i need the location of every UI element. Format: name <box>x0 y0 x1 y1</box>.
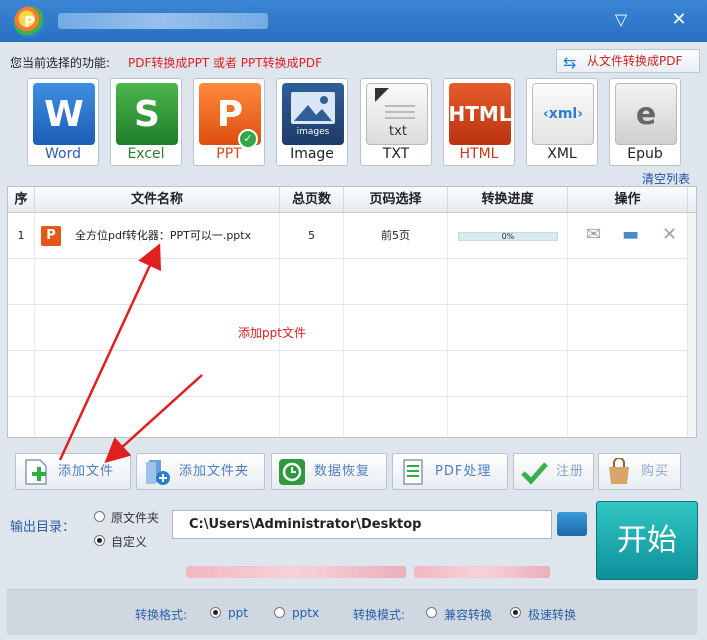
radio-format-pptx-label: pptx <box>292 606 320 620</box>
col-progress: 转换进度 <box>448 187 568 213</box>
output-dir-label: 输出目录： <box>10 520 76 535</box>
format-tile-epub[interactable]: e Epub <box>609 78 681 166</box>
blurred-info <box>186 566 406 578</box>
xml-icon: ‹xml› <box>532 83 594 145</box>
annotation-text: 添加ppt文件 <box>238 326 306 340</box>
data-recovery-icon <box>279 459 305 485</box>
shopping-bag-icon <box>609 458 629 484</box>
output-path-input[interactable]: C:\Users\Administrator\Desktop <box>172 510 552 539</box>
radio-mode-compatible[interactable] <box>426 607 437 618</box>
table-scrollbar[interactable] <box>687 213 696 437</box>
bottom-options-bar: 转换格式: ppt pptx 转换模式: 兼容转换 极速转换 <box>7 589 697 635</box>
format-label-html: HTML <box>459 146 499 162</box>
row-actions-cell: ✉ ▬ ✕ <box>568 213 688 259</box>
radio-format-ppt[interactable] <box>210 607 221 618</box>
epub-icon: e <box>615 83 677 145</box>
browse-folder-icon[interactable] <box>557 512 587 536</box>
table-row-empty <box>8 397 696 437</box>
row-total-pages: 5 <box>280 213 344 259</box>
title-bar: P ▽ ✕ <box>0 0 707 42</box>
radio-mode-fast[interactable] <box>510 607 521 618</box>
check-icon <box>521 462 548 485</box>
table-row-empty <box>8 305 696 351</box>
open-folder-icon[interactable]: ▬ <box>622 225 639 245</box>
radio-mode-fast-label: 极速转换 <box>528 608 577 622</box>
progress-text: 0% <box>501 232 515 241</box>
format-tile-image[interactable]: images Image <box>276 78 348 166</box>
blurred-info <box>414 566 550 578</box>
delete-icon[interactable]: ✕ <box>662 225 677 245</box>
image-icon: images <box>282 83 344 145</box>
txt-icon: txt <box>366 83 428 145</box>
row-file-name: 全方位pdf转化器：PPT可以一.pptx <box>75 229 252 242</box>
swap-arrows-icon: ⇆ <box>563 53 577 72</box>
close-icon[interactable]: ✕ <box>666 8 692 32</box>
start-button[interactable]: 开始 <box>596 501 698 580</box>
add-folder-icon <box>146 460 170 485</box>
radio-original-folder[interactable] <box>94 511 105 522</box>
format-tile-txt[interactable]: txt TXT <box>360 78 432 166</box>
progress-bar: 0% <box>458 232 558 241</box>
function-value: PDF转换成PPT 或者 PPT转换成PDF <box>128 56 322 70</box>
from-file-to-pdf-label: 从文件转换成PDF <box>587 54 683 68</box>
format-label-epub: Epub <box>627 146 663 162</box>
register-button[interactable]: 注册 <box>513 453 594 490</box>
radio-format-pptx[interactable] <box>274 607 285 618</box>
col-index: 序 <box>8 187 35 213</box>
pptx-file-icon: P <box>41 226 61 246</box>
format-tile-word[interactable]: W Word <box>27 78 99 166</box>
from-file-to-pdf-button[interactable]: ⇆ 从文件转换成PDF <box>556 49 700 73</box>
format-tile-html[interactable]: HTML HTML <box>443 78 515 166</box>
pdf-process-button[interactable]: PDF处理 <box>392 453 508 490</box>
radio-original-folder-label: 原文件夹 <box>111 511 160 525</box>
format-label-word: Word <box>45 146 81 162</box>
pdf-process-icon <box>403 459 423 485</box>
radio-mode-compatible-label: 兼容转换 <box>444 608 493 622</box>
open-file-icon[interactable]: ✉ <box>586 225 601 245</box>
add-file-button[interactable]: 添加文件 <box>15 453 131 490</box>
format-tile-ppt[interactable]: P ✓ PPT <box>193 78 265 166</box>
table-header: 序 文件名称 总页数 页码选择 转换进度 操作 <box>8 187 696 213</box>
table-row[interactable]: 1 P 全方位pdf转化器：PPT可以一.pptx 5 前5页 0% ✉ ▬ ✕ <box>8 213 696 259</box>
format-tile-excel[interactable]: S Excel <box>110 78 182 166</box>
radio-format-ppt-label: ppt <box>228 606 248 620</box>
mode-option-label: 转换模式: <box>353 608 406 622</box>
col-page-range: 页码选择 <box>344 187 448 213</box>
format-tile-xml[interactable]: ‹xml› XML <box>526 78 598 166</box>
menu-dropdown-icon[interactable]: ▽ <box>608 8 634 32</box>
clear-list-link[interactable]: 清空列表 <box>642 170 690 187</box>
file-table: 序 文件名称 总页数 页码选择 转换进度 操作 1 P 全方位pdf转化器：PP… <box>7 186 697 438</box>
table-row-empty <box>8 351 696 397</box>
excel-icon: S <box>116 83 178 145</box>
row-progress-cell: 0% <box>448 213 568 259</box>
function-label: 您当前选择的功能: <box>10 56 111 70</box>
html-icon: HTML <box>448 83 512 145</box>
col-total-pages: 总页数 <box>280 187 344 213</box>
row-page-range[interactable]: 前5页 <box>344 213 448 259</box>
format-label-ppt: PPT <box>216 146 242 162</box>
format-label-txt: TXT <box>382 146 410 162</box>
table-row-empty <box>8 259 696 305</box>
format-label-image: Image <box>290 146 334 162</box>
word-icon: W <box>33 83 95 145</box>
col-actions: 操作 <box>568 187 688 213</box>
radio-custom-label: 自定义 <box>111 535 148 549</box>
radio-custom[interactable] <box>94 535 105 546</box>
row-index: 1 <box>8 213 35 259</box>
add-file-icon <box>25 459 47 485</box>
row-file-cell: P 全方位pdf转化器：PPT可以一.pptx <box>35 213 280 259</box>
format-label-xml: XML <box>547 146 577 162</box>
window-title-blurred <box>58 13 268 29</box>
buy-button[interactable]: 购买 <box>598 453 681 490</box>
col-file-name: 文件名称 <box>35 187 280 213</box>
app-logo: P <box>14 6 46 38</box>
format-label-excel: Excel <box>127 146 165 162</box>
data-recovery-button[interactable]: 数据恢复 <box>271 453 387 490</box>
add-folder-button[interactable]: 添加文件夹 <box>136 453 265 490</box>
format-option-label: 转换格式: <box>135 608 188 622</box>
